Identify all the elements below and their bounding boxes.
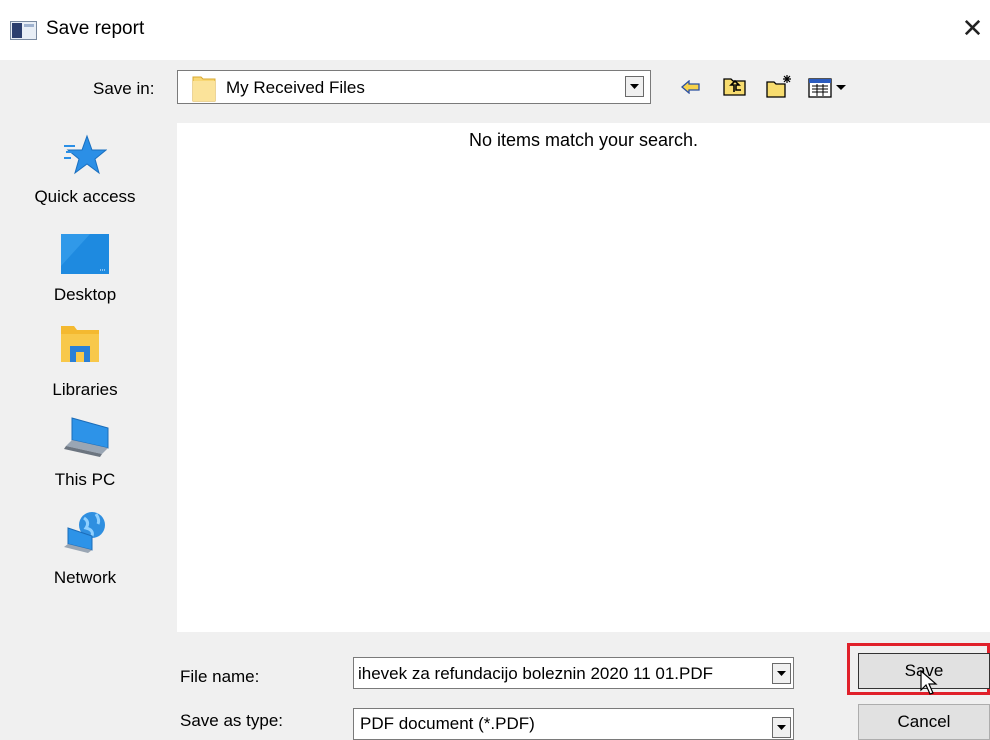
place-label: Libraries xyxy=(52,380,118,399)
place-libraries[interactable]: Libraries xyxy=(0,320,170,400)
file-list[interactable]: No items match your search. xyxy=(177,123,990,632)
libraries-icon xyxy=(61,326,99,362)
place-quick-access[interactable]: Quick access xyxy=(0,130,170,210)
desktop-icon xyxy=(61,234,109,274)
title-bar: Save report ✕ xyxy=(0,0,990,60)
save-in-value: My Received Files xyxy=(226,78,365,97)
save-as-type-value: PDF document (*.PDF) xyxy=(360,714,535,733)
close-icon: ✕ xyxy=(961,14,984,44)
new-folder-button[interactable] xyxy=(766,74,794,103)
place-desktop[interactable]: Desktop xyxy=(0,230,170,310)
network-icon xyxy=(64,512,105,553)
view-menu-button[interactable] xyxy=(808,78,850,103)
mouse-cursor-icon xyxy=(920,669,938,701)
save-in-label: Save in: xyxy=(93,79,155,98)
back-arrow-icon xyxy=(681,79,700,95)
up-folder-icon xyxy=(723,78,746,96)
save-as-type-dropdown-arrow[interactable] xyxy=(772,717,791,738)
computer-icon xyxy=(64,417,109,457)
empty-message: No items match your search. xyxy=(468,130,699,150)
place-this-pc[interactable]: This PC xyxy=(0,412,170,492)
star-icon xyxy=(64,134,107,175)
save-in-dropdown[interactable]: My Received Files xyxy=(177,70,651,104)
file-name-value: ihevek za refundacijo boleznin 2020 11 0… xyxy=(358,664,714,683)
place-network[interactable]: Network xyxy=(0,508,170,588)
cancel-button[interactable]: Cancel xyxy=(858,704,990,740)
up-folder-button[interactable] xyxy=(723,76,747,101)
file-name-label: File name: xyxy=(180,667,260,686)
window-title: Save report xyxy=(46,18,145,39)
save-as-type-label: Save as type: xyxy=(180,711,284,730)
save-in-dropdown-arrow[interactable] xyxy=(625,76,644,97)
file-name-dropdown-arrow[interactable] xyxy=(772,663,791,684)
close-button[interactable]: ✕ xyxy=(955,12,990,48)
place-label: This PC xyxy=(54,470,116,489)
place-label: Desktop xyxy=(53,285,117,304)
place-label: Network xyxy=(53,568,117,587)
folder-icon xyxy=(192,74,216,102)
place-label: Quick access xyxy=(34,187,136,206)
dialog-app-icon xyxy=(10,21,37,40)
file-name-input[interactable]: ihevek za refundacijo boleznin 2020 11 0… xyxy=(353,657,794,689)
back-button[interactable] xyxy=(681,79,701,99)
view-menu-icon xyxy=(808,78,846,98)
save-as-type-dropdown[interactable]: PDF document (*.PDF) xyxy=(353,708,794,740)
new-folder-icon xyxy=(766,75,791,98)
